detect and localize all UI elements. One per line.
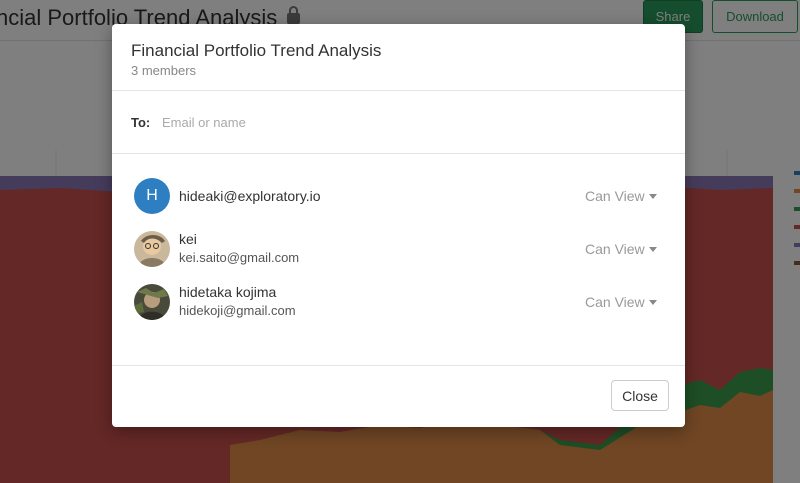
member-email: kei.saito@gmail.com xyxy=(179,250,300,265)
member-count: 3 members xyxy=(131,63,197,78)
member-row: H hideaki@exploratory.io Can View xyxy=(112,178,685,226)
invite-input[interactable] xyxy=(156,108,568,136)
close-button[interactable]: Close xyxy=(611,380,669,411)
avatar: H xyxy=(134,178,170,214)
to-label: To: xyxy=(131,115,151,130)
member-row: hidetaka kojima hidekoji@gmail.com Can V… xyxy=(112,284,685,332)
permission-label: Can View xyxy=(585,294,645,310)
member-row: kei kei.saito@gmail.com Can View xyxy=(112,231,685,279)
dialog-header: Financial Portfolio Trend Analysis 3 mem… xyxy=(112,24,685,91)
caret-down-icon xyxy=(648,247,657,252)
dialog-footer: Close xyxy=(112,365,685,428)
avatar xyxy=(134,284,170,320)
permission-label: Can View xyxy=(585,188,645,204)
invite-row: To: xyxy=(112,91,685,154)
caret-down-icon xyxy=(648,300,657,305)
permission-dropdown[interactable]: Can View xyxy=(585,188,657,204)
share-dialog: Financial Portfolio Trend Analysis 3 mem… xyxy=(112,24,685,427)
member-name: hidetaka kojima xyxy=(179,284,277,300)
dialog-title: Financial Portfolio Trend Analysis xyxy=(131,41,382,60)
user-photo-icon xyxy=(134,284,170,320)
permission-dropdown[interactable]: Can View xyxy=(585,241,657,257)
permission-label: Can View xyxy=(585,241,645,257)
user-photo-icon xyxy=(134,231,170,267)
member-name: kei xyxy=(179,231,197,247)
permission-dropdown[interactable]: Can View xyxy=(585,294,657,310)
caret-down-icon xyxy=(648,194,657,199)
member-name: hideaki@exploratory.io xyxy=(179,188,321,204)
member-email: hidekoji@gmail.com xyxy=(179,303,296,318)
avatar xyxy=(134,231,170,267)
